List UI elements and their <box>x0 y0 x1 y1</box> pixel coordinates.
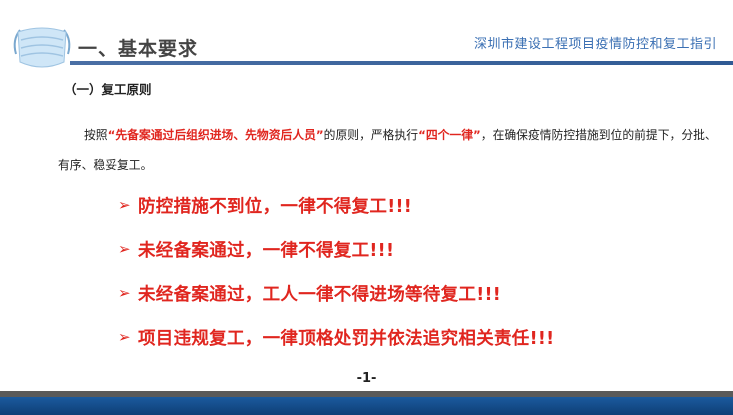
section-title: 一、基本要求 <box>78 38 199 60</box>
face-mask-icon <box>10 22 74 74</box>
rules-list: ➢ 防控措施不到位，一律不得复工!!! ➢ 未经备案通过，一律不得复工!!! ➢… <box>118 183 554 359</box>
principle-paragraph: 按照“先备案通过后组织进场、先物资后人员”的原则，严格执行“四个一律”，在确保疫… <box>58 120 718 180</box>
rule-text: 项目违规复工，一律顶格处罚并依法追究相关责任!!! <box>138 328 555 349</box>
rule-text: 未经备案通过，工人一律不得进场等待复工!!! <box>138 284 502 305</box>
arrow-bullet-icon: ➢ <box>118 284 131 302</box>
list-item: ➢ 项目违规复工，一律顶格处罚并依法追究相关责任!!! <box>118 315 554 359</box>
arrow-bullet-icon: ➢ <box>118 240 131 258</box>
list-item: ➢ 未经备案通过，工人一律不得进场等待复工!!! <box>118 271 554 315</box>
rule-text: 未经备案通过，一律不得复工!!! <box>138 240 395 261</box>
subheading: （一）复工原则 <box>64 82 152 97</box>
arrow-bullet-icon: ➢ <box>118 328 131 346</box>
paragraph-highlight: “四个一律” <box>418 127 481 142</box>
page-number: -1- <box>356 371 377 386</box>
header-divider <box>70 61 733 65</box>
paragraph-text: 的原则，严格执行 <box>323 127 419 142</box>
paragraph-highlight: “先备案通过后组织进场、先物资后人员” <box>107 127 324 142</box>
footer-bar <box>0 397 733 415</box>
rule-text: 防控措施不到位，一律不得复工!!! <box>138 196 413 217</box>
guide-title: 深圳市建设工程项目疫情防控和复工指引 <box>473 37 717 52</box>
paragraph-text: 按照 <box>84 127 108 142</box>
list-item: ➢ 未经备案通过，一律不得复工!!! <box>118 227 554 271</box>
list-item: ➢ 防控措施不到位，一律不得复工!!! <box>118 183 554 227</box>
arrow-bullet-icon: ➢ <box>118 196 131 214</box>
